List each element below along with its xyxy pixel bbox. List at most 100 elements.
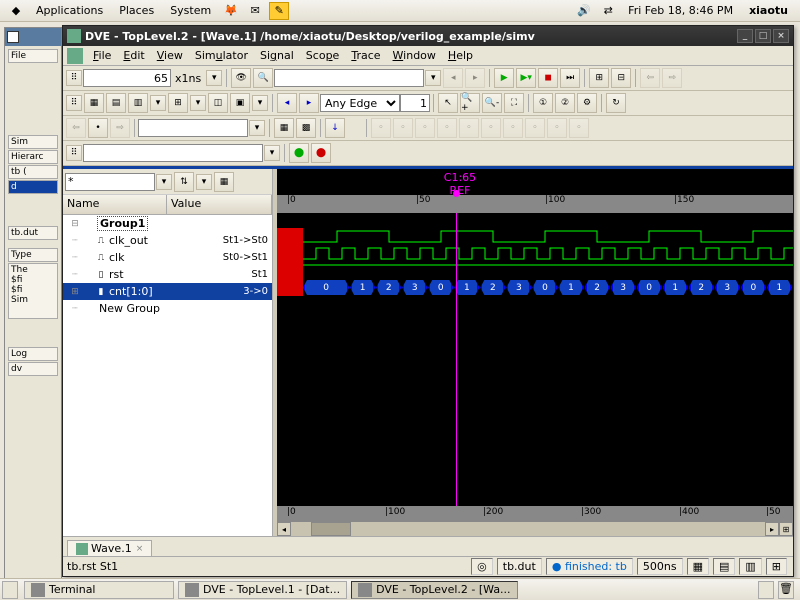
gnome-logo-icon[interactable]: ◆ [6, 2, 26, 20]
layout3-dd-icon[interactable]: ▾ [252, 95, 268, 111]
grid-dd-icon[interactable]: ▾ [150, 95, 166, 111]
wave-row-cnt[interactable]: 012301230123012301 [277, 279, 793, 296]
scroll-thumb[interactable] [311, 522, 351, 536]
wave-h-scrollbar[interactable]: ◂ ▸ ⊞ [277, 522, 793, 536]
scroll-right-icon[interactable]: ▸ [765, 522, 779, 536]
menu-simulator[interactable]: Simulator [189, 47, 254, 64]
back-sim-label[interactable]: Sim [8, 135, 58, 149]
signal-row-clkout[interactable]: ┈⎍clk_outSt1->St0 [63, 232, 272, 249]
step-icon[interactable]: ⏭ [560, 68, 580, 88]
collapse-icon[interactable]: ⊟ [65, 219, 85, 229]
back-dv-tab[interactable]: dv [8, 362, 58, 376]
applications-menu[interactable]: Applications [28, 2, 111, 19]
d3-icon[interactable]: ◦ [415, 118, 435, 138]
layout-dd-icon[interactable]: ▾ [190, 95, 206, 111]
scroll-cfg-icon[interactable]: ⊞ [779, 522, 793, 536]
search-dropdown-icon[interactable]: ▾ [425, 70, 441, 86]
next-edge-icon[interactable]: ▸ [299, 93, 319, 113]
status-ic1-icon[interactable]: ▦ [687, 558, 709, 575]
col-name-header[interactable]: Name [63, 195, 167, 214]
user-menu[interactable]: xiaotu [741, 2, 796, 19]
t3-dot-icon[interactable]: • [88, 118, 108, 138]
menu-help[interactable]: Help [442, 47, 479, 64]
status-target-icon[interactable]: ◎ [471, 558, 493, 575]
signal-row-clk[interactable]: ┈⎍clkSt0->St1 [63, 249, 272, 266]
scope-dd-icon[interactable]: ▾ [249, 120, 265, 136]
taskbar-task[interactable]: Terminal [24, 581, 174, 599]
edge-count-input[interactable] [400, 94, 430, 112]
back-path-field[interactable]: tb.dut [8, 226, 58, 240]
filter-dd-icon[interactable]: ▾ [264, 145, 280, 161]
signal-row-newgroup[interactable]: ┈New Group [63, 300, 272, 317]
binoculars-icon[interactable]: 👁 [231, 68, 251, 88]
cursor-handle-icon[interactable] [453, 190, 460, 197]
volume-icon[interactable]: 🔊 [574, 2, 594, 20]
sig-filter-dd-icon[interactable]: ▾ [156, 174, 172, 190]
back-tree-sel[interactable]: d [8, 180, 58, 194]
menu-signal[interactable]: Signal [254, 47, 300, 64]
taskbar-task[interactable]: DVE - TopLevel.1 - [Dat... [178, 581, 347, 599]
menu-scope[interactable]: Scope [300, 47, 346, 64]
system-menu[interactable]: System [162, 2, 219, 19]
marker1-icon[interactable]: ① [533, 93, 553, 113]
network-icon[interactable]: ⇄ [598, 2, 618, 20]
filter-input[interactable] [83, 144, 263, 162]
wave-panel[interactable]: C1:65 REF |0|50|100|150 [277, 169, 793, 536]
back-tree-item[interactable]: tb ( [8, 165, 58, 179]
workspace-icon[interactable] [758, 581, 774, 599]
handle2-icon[interactable]: ⠿ [66, 95, 82, 111]
menu-edit[interactable]: Edit [117, 47, 150, 64]
grid2-icon[interactable]: ▤ [106, 93, 126, 113]
zoom-fit-icon[interactable]: ⛶ [504, 93, 524, 113]
expand-icon[interactable]: ⊞ [65, 287, 85, 297]
wave-ruler-top[interactable]: |0|50|100|150 [277, 195, 793, 213]
run-icon[interactable]: ▶ [494, 68, 514, 88]
stop-icon[interactable]: ◼ [538, 68, 558, 88]
run-dropdown-icon[interactable]: ▶▾ [516, 68, 536, 88]
wave-row-clk[interactable] [277, 245, 793, 262]
zoom-cursor-icon[interactable]: ↖ [438, 93, 458, 113]
wave-row-rst[interactable] [277, 262, 793, 279]
nav-back-icon[interactable]: ⇦ [640, 68, 660, 88]
d7-icon[interactable]: ◦ [503, 118, 523, 138]
wave-ruler-bottom[interactable]: |0|100|200|300|400|50 [277, 506, 793, 522]
find-prev-icon[interactable]: ◂ [443, 68, 463, 88]
back-titlebar[interactable] [5, 28, 61, 46]
handle-icon[interactable]: ⠿ [66, 70, 82, 86]
marker2-icon[interactable]: ② [555, 93, 575, 113]
d5-icon[interactable]: ◦ [459, 118, 479, 138]
d8-icon[interactable]: ◦ [525, 118, 545, 138]
search-back-icon[interactable]: 🔍 [253, 68, 273, 88]
layout2-icon[interactable]: ◫ [208, 93, 228, 113]
d9-icon[interactable]: ◦ [547, 118, 567, 138]
signal-list[interactable]: ⊟Group1┈⎍clk_outSt1->St0┈⎍clkSt0->St1┈▯r… [63, 215, 272, 536]
wave2-icon[interactable]: ▩ [296, 118, 316, 138]
minimize-button[interactable]: _ [737, 29, 753, 43]
wave1-icon[interactable]: ▦ [274, 118, 294, 138]
clock-label[interactable]: Fri Feb 18, 8:46 PM [620, 2, 741, 19]
time-dropdown-icon[interactable]: ▾ [206, 70, 222, 86]
show-desktop-icon[interactable] [2, 581, 18, 599]
maximize-button[interactable]: □ [755, 29, 771, 43]
firefox-icon[interactable]: 🦊 [221, 2, 241, 20]
status-ic4-icon[interactable]: ⊞ [766, 558, 787, 575]
taskbar-task[interactable]: DVE - TopLevel.2 - [Wa... [351, 581, 517, 599]
notes-icon[interactable]: ✎ [269, 2, 289, 20]
d6-icon[interactable]: ◦ [481, 118, 501, 138]
tab-close-icon[interactable]: × [136, 544, 144, 554]
sig-tool1-icon[interactable]: ⇅ [174, 172, 194, 192]
sig-tool2-icon[interactable]: ▦ [214, 172, 234, 192]
scroll-left-icon[interactable]: ◂ [277, 522, 291, 536]
d4-icon[interactable]: ◦ [437, 118, 457, 138]
d10-icon[interactable]: ◦ [569, 118, 589, 138]
nav-fwd-icon[interactable]: ⇨ [662, 68, 682, 88]
marker-cfg-icon[interactable]: ⚙ [577, 93, 597, 113]
zoom-in-icon[interactable]: 🔍+ [460, 93, 480, 113]
grid1-icon[interactable]: ▦ [84, 93, 104, 113]
trash-icon[interactable]: 🗑 [778, 581, 794, 599]
cursor-line[interactable] [456, 213, 457, 506]
prev-edge-icon[interactable]: ◂ [277, 93, 297, 113]
menu-file[interactable]: File [87, 47, 117, 64]
signal-row-group1[interactable]: ⊟Group1 [63, 215, 272, 232]
signal-row-cnt10[interactable]: ⊞▮cnt[1:0]3->0 [63, 283, 272, 300]
